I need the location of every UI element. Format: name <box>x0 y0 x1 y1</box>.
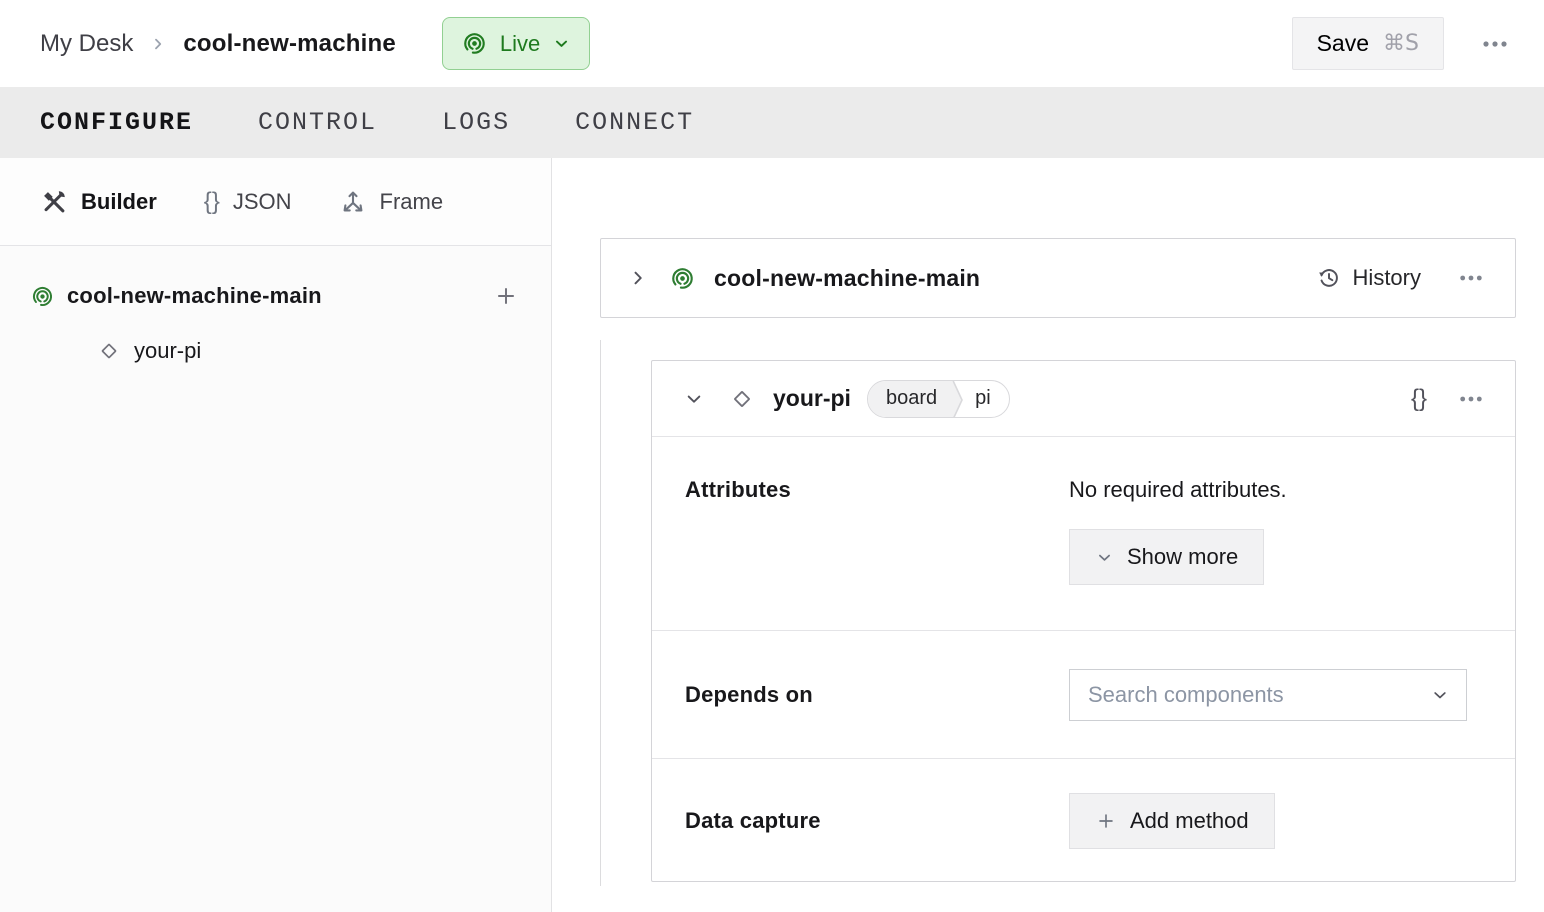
expand-chevron-right-icon[interactable] <box>627 267 649 289</box>
broadcast-icon <box>461 30 488 57</box>
data-capture-label: Data capture <box>685 808 821 833</box>
show-more-button[interactable]: Show more <box>1069 529 1265 585</box>
tree-item-label: your-pi <box>134 338 202 363</box>
tab-connect[interactable]: CONNECT <box>575 108 694 137</box>
chevron-down-icon <box>552 34 571 53</box>
machine-card-title: cool-new-machine-main <box>714 264 981 291</box>
machine-tree: cool-new-machine-main your-pi <box>0 246 551 374</box>
broadcast-icon <box>30 284 55 309</box>
ellipsis-icon <box>1459 274 1483 282</box>
search-components-input[interactable] <box>1088 681 1430 708</box>
history-label: History <box>1352 265 1421 290</box>
tree-item-your-pi[interactable]: your-pi <box>0 328 551 374</box>
add-component-button[interactable] <box>493 283 519 309</box>
breadcrumb-current: cool-new-machine <box>183 29 396 57</box>
tree-item-label: cool-new-machine-main <box>67 283 322 308</box>
add-method-label: Add method <box>1130 808 1249 833</box>
view-toggle: Builder {} JSON Frame <box>0 158 551 246</box>
top-bar: My Desk cool-new-machine Live Save ⌘S <box>0 0 1544 87</box>
tab-logs[interactable]: LOGS <box>442 108 510 137</box>
component-card-title: your-pi <box>773 385 851 411</box>
component-menu-button[interactable] <box>1453 385 1489 413</box>
tools-icon <box>40 188 68 216</box>
main-tab-bar: CONFIGURE CONTROL LOGS CONNECT <box>0 87 1544 158</box>
view-json[interactable]: {} JSON <box>204 188 292 216</box>
view-frame-label: Frame <box>379 188 444 214</box>
save-label: Save <box>1316 30 1370 56</box>
component-card-header: your-pi board pi {} <box>652 361 1515 437</box>
view-json-label: JSON <box>232 188 292 214</box>
tree-item-machine-main[interactable]: cool-new-machine-main <box>0 272 551 320</box>
depends-on-label: Depends on <box>685 681 813 707</box>
badge-divider-chevron <box>951 380 964 417</box>
machine-card-menu-button[interactable] <box>1453 264 1489 292</box>
machine-card: cool-new-machine-main History <box>600 238 1516 318</box>
ellipsis-icon <box>1459 395 1483 403</box>
depends-on-section: Depends on <box>652 631 1515 759</box>
attributes-label: Attributes <box>685 477 791 502</box>
history-clock-icon <box>1316 265 1342 291</box>
status-label: Live <box>499 30 541 56</box>
main-area: Builder {} JSON Frame cool-new-machine-m… <box>0 158 1544 912</box>
show-more-label: Show more <box>1127 544 1239 569</box>
history-button[interactable]: History <box>1316 265 1421 291</box>
diamond-icon <box>729 386 755 412</box>
braces-icon: {} <box>1410 384 1427 412</box>
topbar-menu-button[interactable] <box>1476 30 1514 58</box>
collapse-chevron-down-icon[interactable] <box>683 388 705 410</box>
component-card: your-pi board pi {} Attributes No requir… <box>651 360 1516 882</box>
save-button[interactable]: Save ⌘S <box>1291 17 1444 70</box>
attributes-section: Attributes No required attributes. Show … <box>652 437 1515 631</box>
save-shortcut: ⌘S <box>1383 31 1419 56</box>
depends-on-dropdown[interactable] <box>1069 668 1467 721</box>
machine-status-dropdown[interactable]: Live <box>441 17 591 70</box>
chevron-down-icon <box>1095 548 1114 567</box>
chevron-down-icon <box>1430 685 1450 705</box>
component-json-button[interactable]: {} <box>1411 385 1427 413</box>
ellipsis-icon <box>1482 40 1508 48</box>
tab-control[interactable]: CONTROL <box>258 108 377 137</box>
attributes-empty-text: No required attributes. <box>1069 477 1287 502</box>
breadcrumb-parent[interactable]: My Desk <box>40 30 133 58</box>
plus-icon <box>1095 810 1117 832</box>
broadcast-icon <box>669 265 696 292</box>
view-builder[interactable]: Builder <box>40 188 157 216</box>
tree-connector-line <box>600 340 601 886</box>
badge-type: board <box>867 380 952 417</box>
component-type-badge: board pi <box>866 379 1010 418</box>
tab-configure[interactable]: CONFIGURE <box>40 108 193 137</box>
configure-content: cool-new-machine-main History your-pi bo… <box>552 158 1544 912</box>
frame-axes-icon <box>339 188 367 216</box>
topbar-actions: Save ⌘S <box>1291 17 1514 70</box>
attributes-value-column: No required attributes. Show more <box>1069 477 1287 630</box>
diamond-icon <box>97 339 121 363</box>
view-frame[interactable]: Frame <box>339 188 444 216</box>
data-capture-section: Data capture Add method <box>652 759 1515 883</box>
badge-model: pi <box>975 387 991 409</box>
breadcrumb-chevron-icon <box>149 35 167 53</box>
sidebar: Builder {} JSON Frame cool-new-machine-m… <box>0 158 552 912</box>
add-method-button[interactable]: Add method <box>1069 793 1275 849</box>
view-builder-label: Builder <box>81 188 157 214</box>
braces-icon: {} <box>203 187 220 215</box>
